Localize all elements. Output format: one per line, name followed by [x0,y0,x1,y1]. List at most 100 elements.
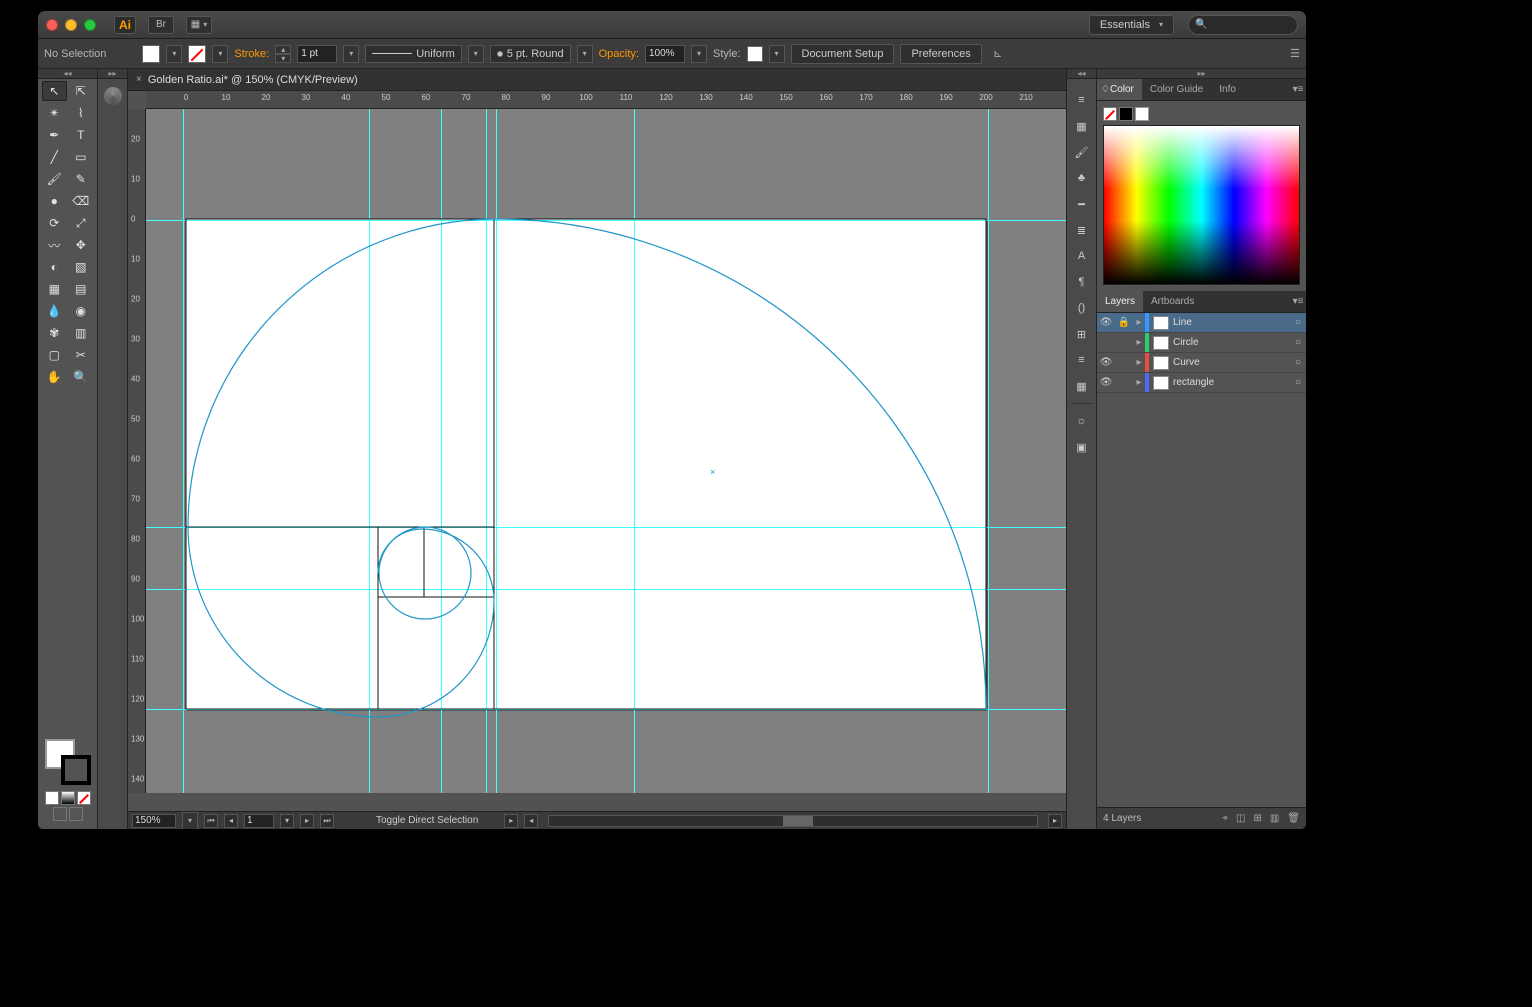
document-setup-button[interactable]: Document Setup [791,44,895,64]
target-icon[interactable]: ○ [1290,377,1306,388]
artboard[interactable] [186,219,986,709]
panel-icon[interactable]: ≣ [1073,221,1091,239]
delete-layer-icon[interactable]: 🗑 [1287,813,1300,824]
line-tool[interactable]: ╱ [42,147,67,167]
column-graph-tool[interactable]: ▥ [69,323,94,343]
type-icon[interactable]: A [1073,247,1091,265]
width-tool[interactable]: 〰 [42,235,67,255]
vertical-guide[interactable] [441,109,442,793]
hscroll-left-icon[interactable]: ◂ [524,814,538,828]
visibility-icon[interactable]: 👁 [1097,377,1115,388]
align-icon[interactable]: ¶ [1073,273,1091,291]
layer-row[interactable]: 👁 ▸ rectangle○ [1097,373,1306,393]
info-tab[interactable]: Info [1211,79,1244,100]
swatches-icon[interactable]: ▦ [1073,117,1091,135]
artboards-tab[interactable]: Artboards [1143,291,1202,312]
opacity-input[interactable] [645,45,685,63]
rotate-tool[interactable]: ⟳ [42,213,67,233]
pen-tool[interactable]: ✒ [42,125,67,145]
document-tab[interactable]: × Golden Ratio.ai* @ 150% (CMYK/Preview) [128,69,1066,91]
vertical-guide[interactable] [486,109,487,793]
vertical-guide[interactable] [369,109,370,793]
stroke-dropdown[interactable]: ▾ [212,45,228,63]
artboard-zone[interactable]: × [146,109,1066,793]
layer-name[interactable]: Curve [1173,357,1290,368]
color-white-swatch[interactable] [1135,107,1149,121]
layer-row[interactable]: 👁🔒▸Line○ [1097,313,1306,333]
layers-panel-menu-icon[interactable]: ▾≡ [1290,296,1306,307]
horizontal-guide[interactable] [146,527,1066,528]
pencil-tool[interactable]: ✎ [69,169,94,189]
locate-layer-icon[interactable]: ⌖ [1222,813,1228,824]
artboard-tool-icon[interactable]: ▣ [1073,438,1091,456]
search-input[interactable]: 🔍 [1188,15,1298,35]
rectangle-tool[interactable]: ▭ [69,147,94,167]
make-clipping-icon[interactable]: ◫ [1236,813,1245,824]
color-wheel-icon[interactable] [104,87,122,105]
zoom-dropdown[interactable]: ▾ [182,812,198,830]
page-dropdown[interactable]: ▾ [280,814,294,828]
eyedropper-tool[interactable]: 💧 [42,301,67,321]
artboard-tool[interactable]: ▢ [42,345,67,365]
visibility-icon[interactable]: 👁 [1097,317,1115,328]
stroke-swatch[interactable] [188,45,206,63]
bridge-button[interactable]: Br [148,16,174,34]
arrange-documents-button[interactable]: ▦ [186,16,212,34]
graphic-styles-icon[interactable]: ▦ [1073,377,1091,395]
vertical-guide[interactable] [183,109,184,793]
stroke-profile[interactable]: Uniform [365,45,462,63]
stroke-profile-dropdown[interactable]: ▾ [468,45,484,63]
layer-name[interactable]: rectangle [1173,377,1290,388]
direct-selection-tool[interactable]: ⇱ [69,81,94,101]
vertical-guide[interactable] [634,109,635,793]
visibility-icon[interactable]: 👁 [1097,357,1115,368]
stroke-weight-dropdown[interactable]: ▾ [343,45,359,63]
shape-builder-tool[interactable]: ◐ [42,257,67,277]
close-tab-icon[interactable]: × [136,74,142,85]
paintbrush-tool[interactable]: 🖌 [42,169,67,189]
symbol-sprayer-tool[interactable]: ✾ [42,323,67,343]
next-page-icon[interactable]: ▸ [300,814,314,828]
first-page-icon[interactable]: ⏮ [204,814,218,828]
dock-expand-icon[interactable]: ◂◂ [1067,69,1096,79]
target-icon[interactable]: ○ [1290,357,1306,368]
graphic-style-dropdown[interactable]: ▾ [769,45,785,63]
zoom-tool[interactable]: 🔍 [69,367,94,387]
zoom-window-icon[interactable] [84,19,96,31]
zoom-input[interactable] [132,814,176,828]
vertical-guide[interactable] [988,109,989,793]
tools-collapse-icon[interactable]: ◂◂ [38,69,97,79]
brush-dropdown[interactable]: ▾ [577,45,593,63]
stroke-box[interactable] [61,755,91,785]
paragraph-icon[interactable]: () [1073,299,1091,317]
gradient-mode-icon[interactable] [61,791,75,805]
symbols-icon[interactable]: ♣ [1073,169,1091,187]
twirl-icon[interactable]: ▸ [1133,357,1145,368]
hand-tool[interactable]: ✋ [42,367,67,387]
eraser-tool[interactable]: ⌫ [69,191,94,211]
opacity-dropdown[interactable]: ▾ [691,45,707,63]
color-spectrum[interactable] [1103,125,1300,285]
preferences-button[interactable]: Preferences [900,44,981,64]
horizontal-scrollbar[interactable] [548,815,1038,827]
minimize-window-icon[interactable] [65,19,77,31]
stroke-weight-down[interactable]: ▾ [275,54,291,63]
lasso-tool[interactable]: ⌇ [69,103,94,123]
magic-wand-tool[interactable]: ✴ [42,103,67,123]
layer-row[interactable]: 👁 ▸ Curve○ [1097,353,1306,373]
horizontal-guide[interactable] [146,709,1066,710]
layer-row[interactable]: ▸Circle○ [1097,333,1306,353]
blob-brush-tool[interactable]: ● [42,191,67,211]
horizontal-guide[interactable] [146,589,1066,590]
twirl-icon[interactable]: ▸ [1133,377,1145,388]
color-tab[interactable]: ♢ Color [1097,79,1142,100]
slice-tool[interactable]: ✂ [69,345,94,365]
brushes-icon[interactable]: 🖌 [1073,143,1091,161]
transform-icon[interactable]: ⊞ [1073,325,1091,343]
prev-page-icon[interactable]: ◂ [224,814,238,828]
screen-mode-icon[interactable] [53,807,67,821]
stroke-weight-up[interactable]: ▴ [275,45,291,54]
controlbar-menu-icon[interactable]: ☰ [1290,47,1300,60]
horizontal-guide[interactable] [146,220,1066,221]
color-mode-icon[interactable] [45,791,59,805]
